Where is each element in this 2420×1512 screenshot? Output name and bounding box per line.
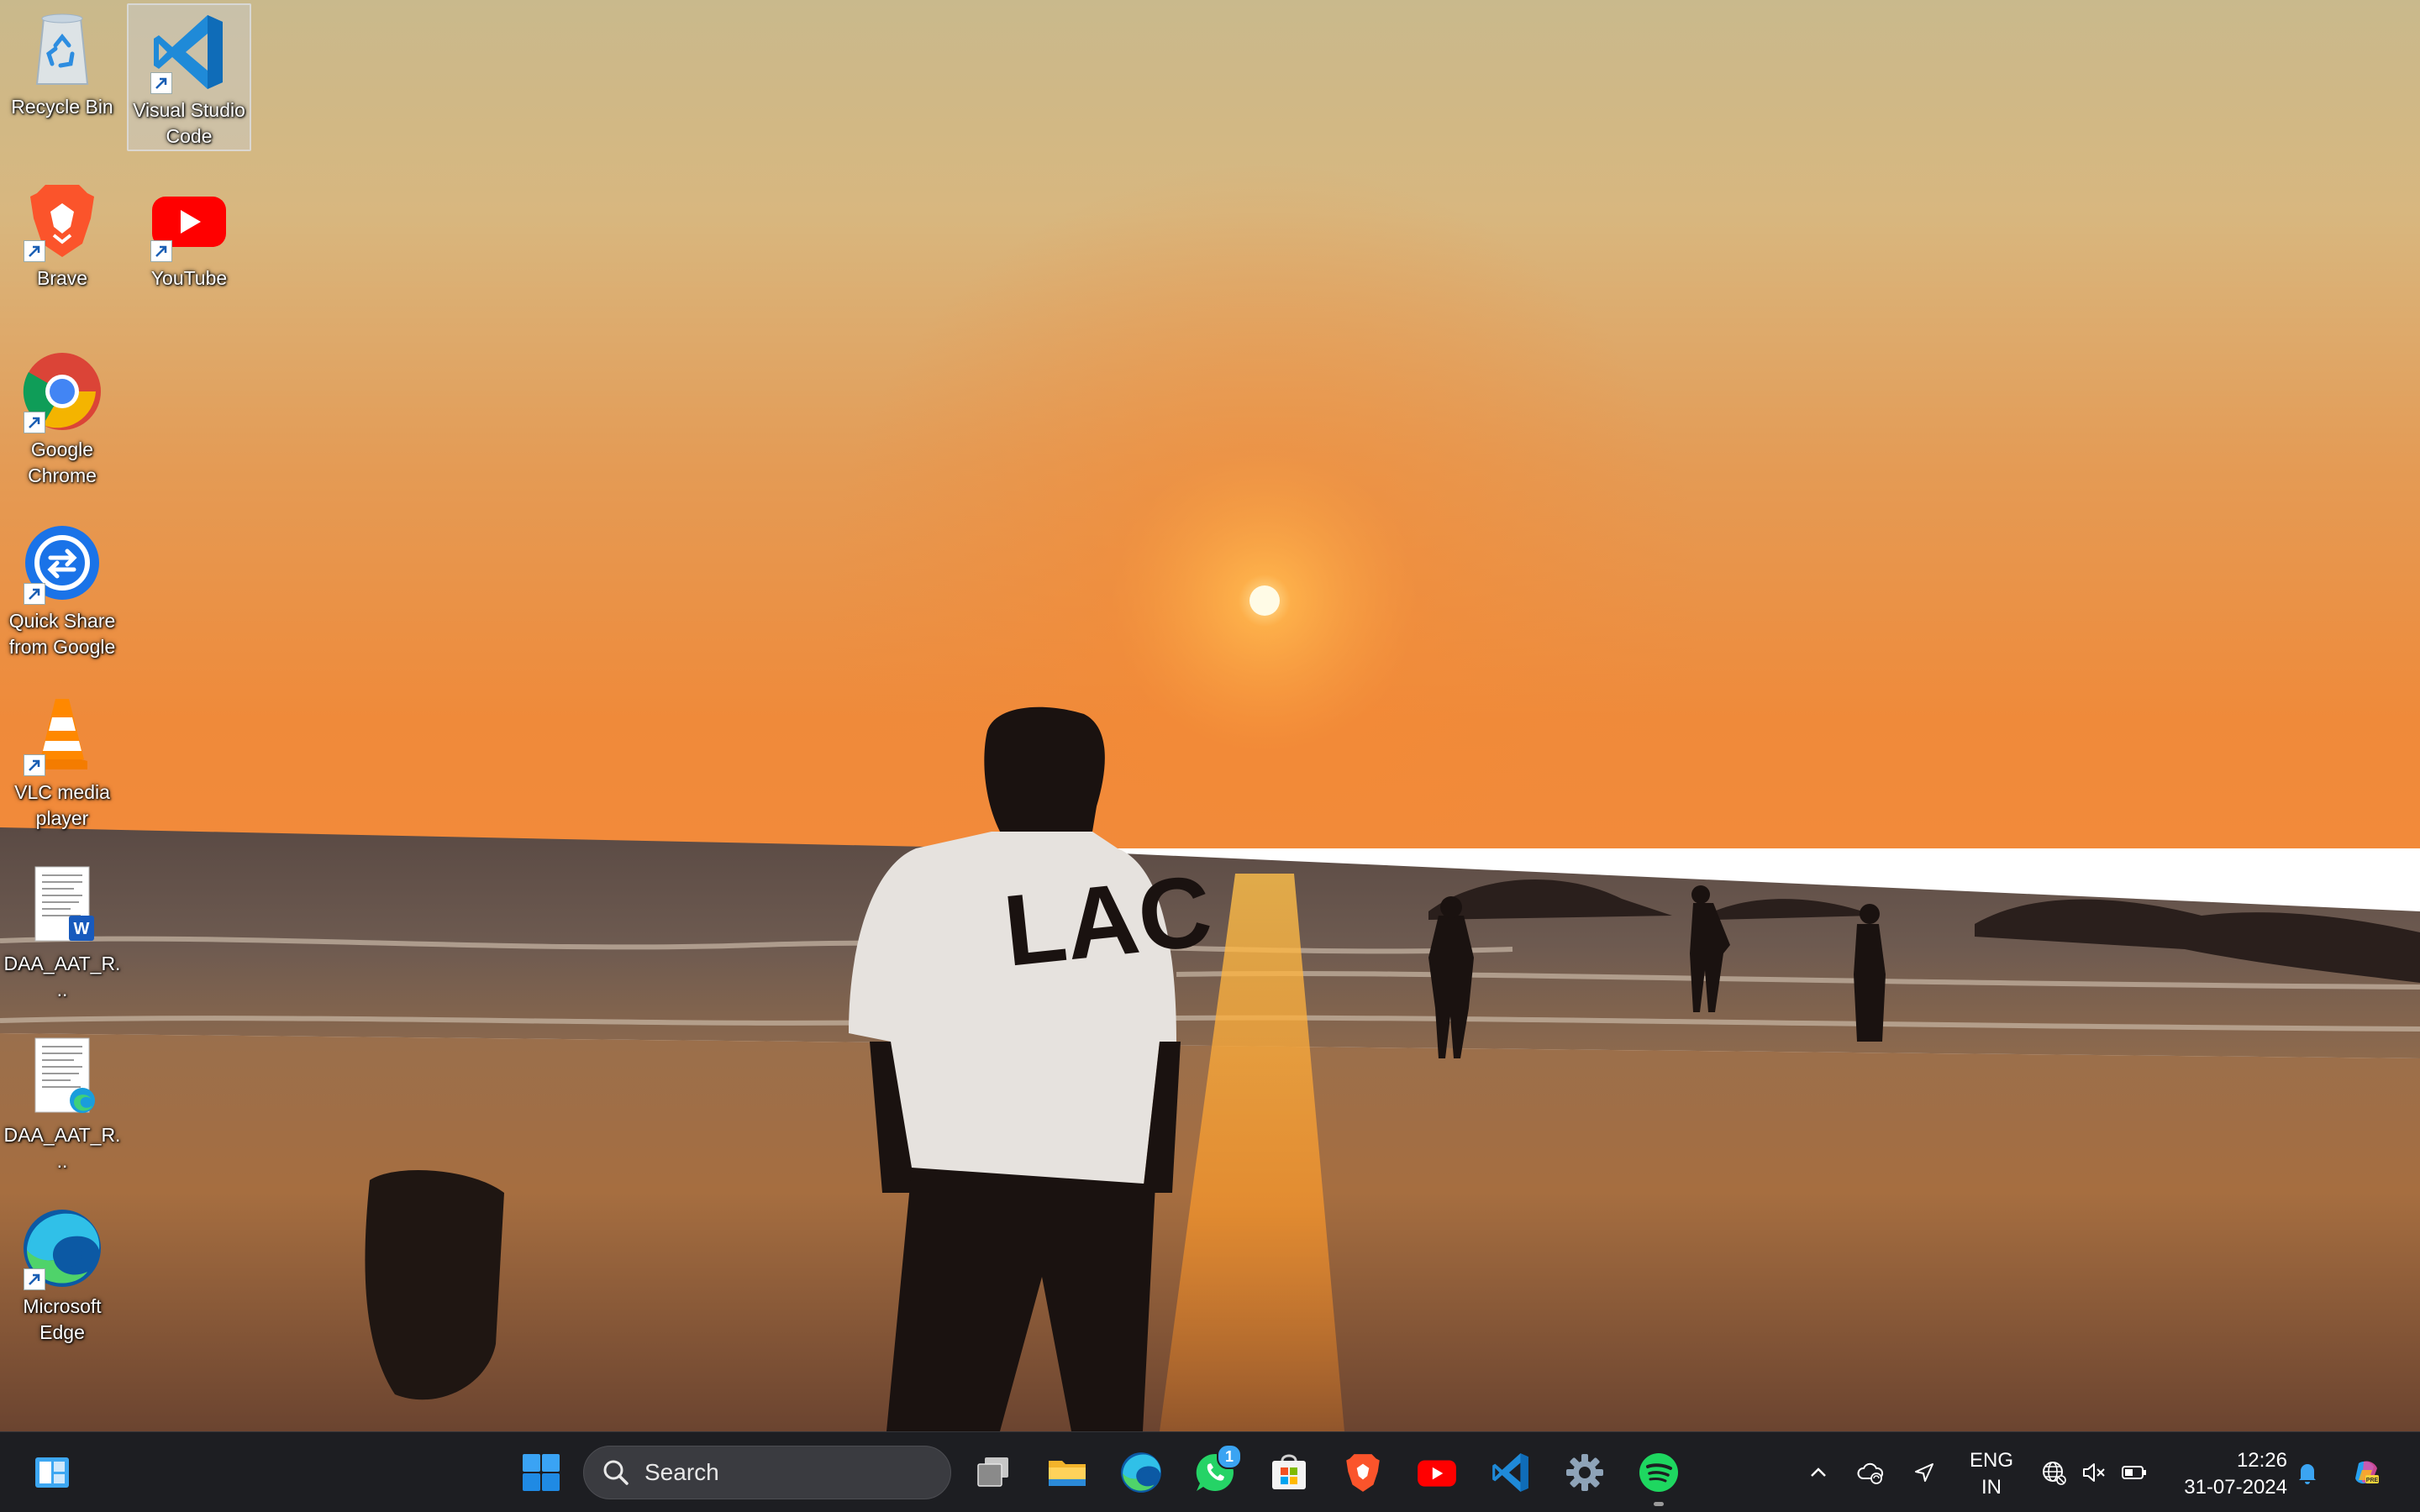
desktop-icon-pdf-document[interactable]: DAA_AAT_R... xyxy=(0,1028,124,1176)
copilot-button[interactable]: PRE xyxy=(2348,1454,2385,1491)
desktop-icon-label: Google Chrome xyxy=(28,438,97,486)
notification-badge: 1 xyxy=(1217,1444,1242,1469)
spotify-button[interactable] xyxy=(1632,1446,1686,1506)
battery-tray-button[interactable] xyxy=(2116,1454,2153,1491)
edge-icon xyxy=(20,1206,104,1290)
widgets-icon xyxy=(35,1457,69,1488)
volume-muted-icon xyxy=(2083,1463,2105,1482)
task-view-icon xyxy=(977,1457,1008,1487)
shortcut-arrow-icon xyxy=(24,754,45,776)
chrome-icon xyxy=(20,349,104,433)
desktop-icon-recycle-bin[interactable]: Recycle Bin xyxy=(0,0,124,122)
show-hidden-icons-button[interactable] xyxy=(1800,1454,1837,1491)
task-view-button[interactable] xyxy=(966,1446,1020,1499)
settings-button[interactable] xyxy=(1558,1446,1612,1499)
shortcut-arrow-icon xyxy=(24,1268,45,1290)
clock-date: 31-07-2024 xyxy=(2184,1476,2287,1499)
desktop-icon-word-document[interactable]: W DAA_AAT_R... xyxy=(0,857,124,1005)
desktop-icon-label: Quick Share from Google xyxy=(8,610,116,658)
whatsapp-button[interactable]: 1 xyxy=(1188,1444,1242,1499)
shortcut-arrow-icon xyxy=(150,240,172,262)
region-code: IN xyxy=(1981,1476,2002,1499)
brave-taskbar-button[interactable] xyxy=(1336,1446,1390,1499)
quick-share-icon xyxy=(20,521,104,605)
desktop-icon-microsoft-edge[interactable]: Microsoft Edge xyxy=(0,1200,124,1347)
battery-icon xyxy=(2122,1466,2146,1479)
desktop-icon-label: Recycle Bin xyxy=(11,96,113,118)
desktop-icon-label: Microsoft Edge xyxy=(23,1295,102,1343)
desktop-icon-label: Brave xyxy=(36,267,88,289)
desktop-icon-label: YouTube xyxy=(150,267,228,289)
desktop-icon-label: DAA_AAT_R... xyxy=(3,953,121,1000)
copilot-icon: PRE xyxy=(2355,1461,2379,1484)
network-tray-button[interactable] xyxy=(2035,1454,2072,1491)
youtube-taskbar-button[interactable] xyxy=(1410,1446,1464,1499)
location-tray-button[interactable] xyxy=(1906,1454,1943,1491)
bell-icon xyxy=(2299,1464,2316,1484)
word-document-icon: W xyxy=(20,864,104,948)
store-icon xyxy=(1272,1454,1306,1489)
edge-icon xyxy=(1121,1452,1161,1493)
taskbar-search-box[interactable]: Search xyxy=(583,1446,951,1499)
input-language-indicator[interactable]: ENG IN xyxy=(1958,1447,2025,1501)
notifications-button[interactable] xyxy=(2289,1454,2326,1491)
language-code: ENG xyxy=(1969,1449,2013,1472)
shortcut-arrow-icon xyxy=(24,583,45,605)
clock-time: 12:26 xyxy=(2236,1449,2287,1472)
file-explorer-button[interactable] xyxy=(1040,1446,1094,1499)
youtube-icon xyxy=(147,178,231,262)
desktop-icon-brave[interactable]: Brave xyxy=(0,171,124,293)
shortcut-arrow-icon xyxy=(150,72,172,94)
desktop-icon-vscode[interactable]: Visual Studio Code xyxy=(127,3,251,151)
widgets-button[interactable] xyxy=(25,1446,79,1499)
start-button[interactable] xyxy=(514,1446,568,1499)
brave-icon xyxy=(1346,1454,1380,1492)
taskbar-clock[interactable]: 12:26 31-07-2024 xyxy=(2161,1447,2287,1501)
folder-icon xyxy=(1049,1461,1086,1486)
youtube-icon xyxy=(1418,1460,1456,1487)
desktop-icon-label: Visual Studio Code xyxy=(133,99,245,147)
vscode-icon xyxy=(1492,1453,1528,1492)
desktop-icon-google-chrome[interactable]: Google Chrome xyxy=(0,343,124,491)
location-arrow-icon xyxy=(1915,1463,1933,1482)
cloud-sync-icon xyxy=(1857,1462,1884,1484)
vlc-icon xyxy=(20,692,104,776)
pdf-document-icon xyxy=(20,1035,104,1119)
taskbar: Search 1 ENG IN 12:26 31-07-2024 PRE xyxy=(0,1431,2420,1512)
desktop-icon-youtube[interactable]: YouTube xyxy=(127,171,251,293)
desktop-wallpaper: LAC xyxy=(0,0,2420,1431)
desktop-icon-quick-share[interactable]: Quick Share from Google xyxy=(0,514,124,662)
microsoft-store-button[interactable] xyxy=(1262,1446,1316,1499)
gear-icon xyxy=(1566,1454,1603,1491)
recycle-bin-icon xyxy=(20,7,104,91)
svg-text:PRE: PRE xyxy=(2366,1478,2379,1483)
onedrive-tray-button[interactable] xyxy=(1852,1454,1889,1491)
search-icon xyxy=(603,1460,629,1485)
vscode-taskbar-button[interactable] xyxy=(1484,1446,1538,1499)
svg-text:LAC: LAC xyxy=(999,854,1217,988)
desktop-icon-vlc[interactable]: VLC media player xyxy=(0,685,124,833)
desktop-icon-label: DAA_AAT_R... xyxy=(3,1124,121,1172)
running-indicator xyxy=(1654,1502,1664,1506)
svg-text:W: W xyxy=(74,920,90,938)
vscode-icon xyxy=(147,10,231,94)
sunset-beach-photo: LAC xyxy=(0,0,2420,1431)
shortcut-arrow-icon xyxy=(24,240,45,262)
windows-logo-icon xyxy=(523,1454,560,1491)
globe-network-icon xyxy=(2043,1462,2066,1485)
desktop-icon-label: VLC media player xyxy=(14,781,110,829)
volume-tray-button[interactable] xyxy=(2075,1454,2112,1491)
search-placeholder: Search xyxy=(644,1459,719,1485)
spotify-icon xyxy=(1639,1453,1678,1492)
brave-icon xyxy=(20,178,104,262)
shortcut-arrow-icon xyxy=(24,412,45,433)
edge-taskbar-button[interactable] xyxy=(1114,1446,1168,1499)
chevron-up-icon xyxy=(1811,1467,1826,1477)
